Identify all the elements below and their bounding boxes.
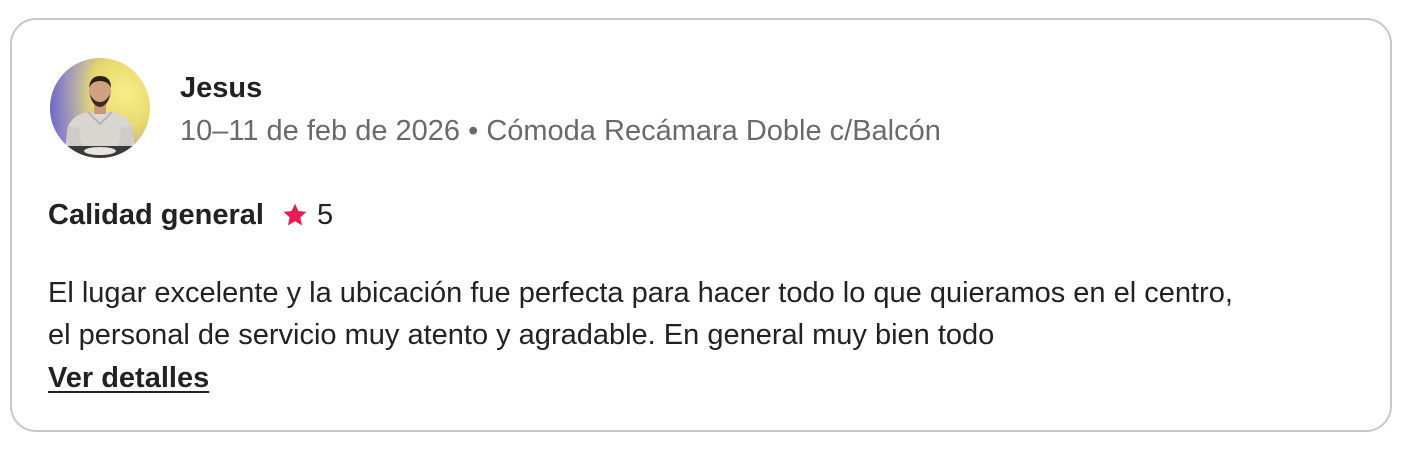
rating-value: 5 [316, 198, 334, 231]
review-text-line: el personal de servicio muy atento y agr… [48, 319, 995, 351]
reviewer-name: Jesus [180, 72, 263, 104]
avatar-photo [50, 58, 150, 158]
details-link[interactable]: Ver detalles [48, 360, 209, 396]
star-icon [281, 201, 309, 229]
rating-row: Calidad general 5 [48, 198, 333, 232]
reviewer-avatar[interactable] [50, 58, 150, 158]
review-text-line: El lugar excelente y la ubicación fue pe… [48, 277, 1233, 309]
review-text: El lugar excelente y la ubicación fue pe… [48, 272, 1368, 356]
rating-label: Calidad general [48, 198, 264, 231]
stay-info: 10–11 de feb de 2026 • Cómoda Recámara D… [180, 115, 941, 147]
review-card: Jesus 10–11 de feb de 2026 • Cómoda Recá… [10, 18, 1392, 432]
